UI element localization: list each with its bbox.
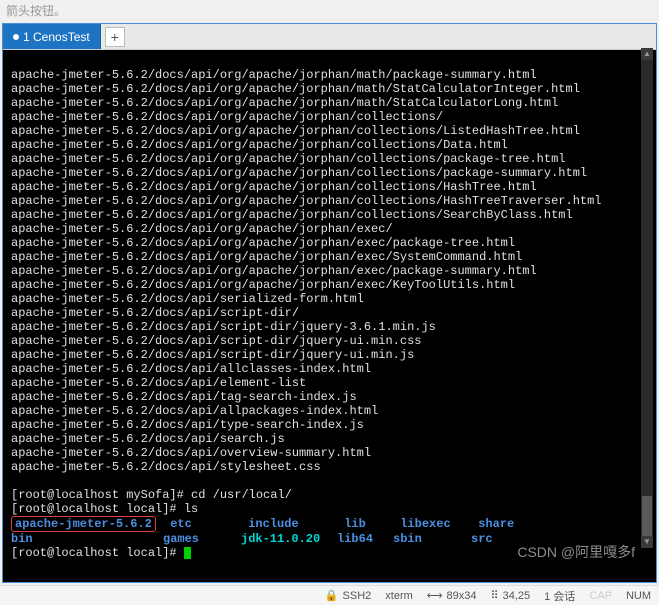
ls-include: include — [248, 517, 344, 531]
tab-indicator-icon — [13, 34, 19, 40]
ls-libexec: libexec — [400, 517, 478, 531]
status-ssh-text: SSH2 — [343, 590, 372, 602]
scroll-down-icon[interactable]: ▼ — [641, 536, 653, 548]
tab-label: 1 CenosTest — [23, 30, 90, 44]
cursor-icon — [184, 547, 191, 559]
prompt-1-cmd: cd /usr/local/ — [191, 488, 292, 502]
status-term-text: xterm — [385, 590, 413, 602]
status-pos-text: 34,25 — [503, 590, 531, 602]
scrollbar-thumb[interactable] — [642, 496, 652, 536]
highlighted-dir: apache-jmeter-5.6.2 — [11, 516, 156, 532]
add-tab-button[interactable]: + — [105, 27, 125, 47]
prompt-2-user: [root@localhost local]# — [11, 502, 177, 516]
ls-src: src — [471, 532, 493, 546]
scroll-up-icon[interactable]: ▲ — [641, 48, 653, 60]
ls-lib: lib — [344, 517, 400, 531]
terminal-output[interactable]: apache-jmeter-5.6.2/docs/api/org/apache/… — [3, 50, 656, 582]
prompt-1-user: [root@localhost mySofa]# — [11, 488, 184, 502]
terminal-window: 1 CenosTest + apache-jmeter-5.6.2/docs/a… — [2, 23, 657, 583]
tab-cenostest[interactable]: 1 CenosTest — [3, 24, 101, 49]
top-hint-text: 箭头按钮。 — [0, 0, 659, 21]
status-pos: ⠿ 34,25 — [491, 589, 531, 602]
tab-bar: 1 CenosTest + — [3, 24, 656, 50]
ls-sbin: sbin — [393, 532, 471, 546]
status-ssh: 🔒 SSH2 — [325, 589, 371, 602]
status-cap: CAP — [589, 590, 612, 602]
terminal-scrollbar[interactable]: ▲ ▼ — [641, 48, 653, 548]
ls-apache-jmeter: apache-jmeter-5.6.2 — [15, 517, 152, 531]
prompt-2-cmd: ls — [184, 502, 198, 516]
status-bar: 🔒 SSH2 xterm ⟷ 89x34 ⠿ 34,25 1 会话 CAP NU… — [0, 585, 659, 605]
status-dim: ⟷ 89x34 — [427, 589, 477, 602]
ls-games: games — [163, 532, 241, 546]
prompt-3-user: [root@localhost local]# — [11, 546, 177, 560]
terminal-lines: apache-jmeter-5.6.2/docs/api/org/apache/… — [11, 68, 648, 474]
status-dim-text: 89x34 — [447, 590, 477, 602]
ls-lib64: lib64 — [337, 532, 393, 546]
ls-jdk: jdk-11.0.20 — [241, 532, 337, 546]
ls-etc: etc — [170, 517, 248, 531]
ls-share: share — [478, 517, 514, 531]
status-num: NUM — [626, 590, 651, 602]
status-term: xterm — [385, 590, 413, 602]
ls-bin: bin — [11, 532, 163, 546]
